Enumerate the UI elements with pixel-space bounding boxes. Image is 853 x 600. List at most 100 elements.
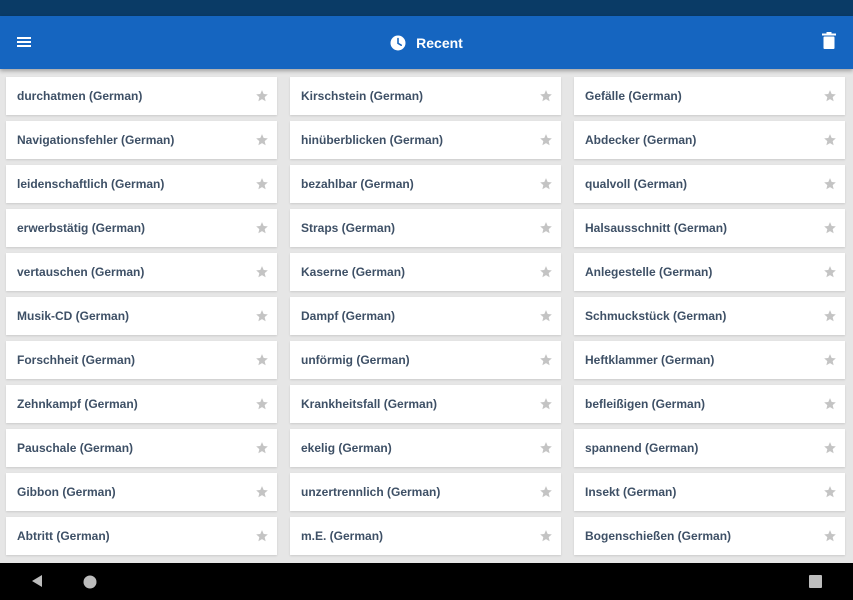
star-icon[interactable] <box>822 220 838 236</box>
star-icon[interactable] <box>254 440 270 456</box>
recent-item-label: unförmig (German) <box>301 353 410 367</box>
recent-item[interactable]: Bogenschießen (German) <box>574 517 845 555</box>
star-icon[interactable] <box>538 264 554 280</box>
recent-item[interactable]: Zehnkampf (German) <box>6 385 277 423</box>
recent-item-label: erwerbstätig (German) <box>17 221 146 235</box>
recent-item-label: Musik-CD (German) <box>17 309 130 323</box>
recent-item[interactable]: Gibbon (German) <box>6 473 277 511</box>
recent-item[interactable]: hinüberblicken (German) <box>290 121 561 159</box>
recents-square-icon[interactable] <box>809 575 822 593</box>
star-icon[interactable] <box>254 264 270 280</box>
star-icon[interactable] <box>822 308 838 324</box>
page-title: Recent <box>416 34 463 51</box>
recent-item[interactable]: Kaserne (German) <box>290 253 561 291</box>
recent-item[interactable]: spannend (German) <box>574 429 845 467</box>
star-icon[interactable] <box>822 484 838 500</box>
star-icon[interactable] <box>254 88 270 104</box>
recent-item[interactable]: Straps (German) <box>290 209 561 247</box>
recent-item-label: qualvoll (German) <box>585 177 688 191</box>
star-icon[interactable] <box>254 528 270 544</box>
recent-item[interactable]: erwerbstätig (German) <box>6 209 277 247</box>
star-icon[interactable] <box>254 352 270 368</box>
recent-item[interactable]: Musik-CD (German) <box>6 297 277 335</box>
star-icon[interactable] <box>538 220 554 236</box>
recent-item-label: Abdecker (German) <box>585 133 697 147</box>
recent-item-label: Bogenschießen (German) <box>585 529 732 543</box>
recent-item[interactable]: Abdecker (German) <box>574 121 845 159</box>
recent-item-label: Abtritt (German) <box>17 529 110 543</box>
star-icon[interactable] <box>538 308 554 324</box>
star-icon[interactable] <box>822 396 838 412</box>
recent-item[interactable]: unzertrennlich (German) <box>290 473 561 511</box>
star-icon[interactable] <box>254 176 270 192</box>
recent-item-label: Gefälle (German) <box>585 89 682 103</box>
star-icon[interactable] <box>538 396 554 412</box>
star-icon[interactable] <box>538 352 554 368</box>
recent-item[interactable]: Kirschstein (German) <box>290 77 561 115</box>
recent-item[interactable]: Krankheitsfall (German) <box>290 385 561 423</box>
recent-item[interactable]: durchatmen (German) <box>6 77 277 115</box>
recent-item[interactable]: leidenschaftlich (German) <box>6 165 277 203</box>
star-icon[interactable] <box>538 176 554 192</box>
recent-item[interactable]: bezahlbar (German) <box>290 165 561 203</box>
star-icon[interactable] <box>538 88 554 104</box>
recent-item[interactable]: Anlegestelle (German) <box>574 253 845 291</box>
star-icon[interactable] <box>822 264 838 280</box>
star-icon[interactable] <box>254 132 270 148</box>
recent-grid: durchatmen (German) Kirschstein (German) G… <box>6 77 845 555</box>
recent-item[interactable]: m.E. (German) <box>290 517 561 555</box>
recent-item-label: leidenschaftlich (German) <box>17 177 165 191</box>
star-icon[interactable] <box>538 484 554 500</box>
recent-item[interactable]: qualvoll (German) <box>574 165 845 203</box>
recent-item[interactable]: Insekt (German) <box>574 473 845 511</box>
back-triangle-icon[interactable] <box>30 574 44 593</box>
recent-item[interactable]: Gefälle (German) <box>574 77 845 115</box>
recent-item[interactable]: Dampf (German) <box>290 297 561 335</box>
recent-item-label: Heftklammer (German) <box>585 353 715 367</box>
star-icon[interactable] <box>822 528 838 544</box>
recent-item[interactable]: Forschheit (German) <box>6 341 277 379</box>
star-icon[interactable] <box>822 352 838 368</box>
clock-icon <box>390 35 406 51</box>
star-icon[interactable] <box>538 528 554 544</box>
recent-item[interactable]: Navigationsfehler (German) <box>6 121 277 159</box>
recent-item[interactable]: befleißigen (German) <box>574 385 845 423</box>
star-icon[interactable] <box>538 440 554 456</box>
star-icon[interactable] <box>822 176 838 192</box>
recent-item-label: Zehnkampf (German) <box>17 397 138 411</box>
recent-item-label: Straps (German) <box>301 221 396 235</box>
star-icon[interactable] <box>254 220 270 236</box>
recent-item-label: ekelig (German) <box>301 441 392 455</box>
recent-list[interactable]: durchatmen (German) Kirschstein (German) G… <box>0 69 853 563</box>
star-icon[interactable] <box>538 132 554 148</box>
menu-icon <box>17 34 31 52</box>
recent-item-label: unzertrennlich (German) <box>301 485 441 499</box>
star-icon[interactable] <box>822 440 838 456</box>
app-bar-title-group: Recent <box>0 16 853 69</box>
recent-item-label: spannend (German) <box>585 441 699 455</box>
recent-item-label: Dampf (German) <box>301 309 396 323</box>
recent-item[interactable]: Abtritt (German) <box>6 517 277 555</box>
recent-item[interactable]: Heftklammer (German) <box>574 341 845 379</box>
recent-item-label: Kirschstein (German) <box>301 89 424 103</box>
star-icon[interactable] <box>254 484 270 500</box>
star-icon[interactable] <box>822 132 838 148</box>
recent-item[interactable]: Halsausschnitt (German) <box>574 209 845 247</box>
recent-item-label: Pauschale (German) <box>17 441 134 455</box>
clear-history-button[interactable] <box>817 30 841 56</box>
home-circle-icon[interactable] <box>83 575 97 594</box>
recent-item-label: Insekt (German) <box>585 485 677 499</box>
menu-button[interactable] <box>10 30 38 56</box>
recent-item[interactable]: Schmuckstück (German) <box>574 297 845 335</box>
recent-item-label: hinüberblicken (German) <box>301 133 444 147</box>
star-icon[interactable] <box>254 396 270 412</box>
star-icon[interactable] <box>822 88 838 104</box>
recent-item[interactable]: ekelig (German) <box>290 429 561 467</box>
recent-item[interactable]: Pauschale (German) <box>6 429 277 467</box>
recent-item[interactable]: unförmig (German) <box>290 341 561 379</box>
recent-item[interactable]: vertauschen (German) <box>6 253 277 291</box>
recent-item-label: befleißigen (German) <box>585 397 706 411</box>
status-bar <box>0 0 853 16</box>
star-icon[interactable] <box>254 308 270 324</box>
recent-item-label: Schmuckstück (German) <box>585 309 727 323</box>
